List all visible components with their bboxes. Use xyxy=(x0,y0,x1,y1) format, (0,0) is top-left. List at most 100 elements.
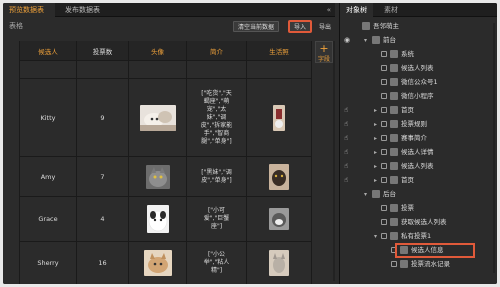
tree-node[interactable]: ▾ 私有投票1 xyxy=(340,230,497,243)
expand-arrow-icon[interactable]: ▾ xyxy=(364,188,367,201)
cell-photo[interactable] xyxy=(247,79,312,156)
tab-object-tree[interactable]: 对象树 xyxy=(340,3,373,17)
right-tabs: 对象树 素材 xyxy=(340,3,497,17)
node-checkbox[interactable] xyxy=(381,219,387,225)
col-header-photo[interactable]: 生活照 xyxy=(247,41,312,60)
node-checkbox[interactable] xyxy=(381,121,387,127)
tree-node[interactable]: ☝ ▸ 首页 xyxy=(340,174,497,187)
node-checkbox[interactable] xyxy=(381,65,387,71)
tree-node[interactable]: 微信公众号1 xyxy=(340,76,497,89)
collapsed-arrow-icon[interactable]: ▸ xyxy=(374,174,377,187)
tree-node[interactable]: 投票 xyxy=(340,202,497,215)
cell-avatar[interactable] xyxy=(129,197,187,241)
event-hand-icon[interactable]: ☝ xyxy=(344,160,348,173)
tree-node-label: 微信小程序 xyxy=(401,92,434,100)
tree-node[interactable]: ☝ ▸ 首页 xyxy=(340,104,497,117)
visibility-eye-icon[interactable]: ◉ xyxy=(344,34,350,47)
node-checkbox[interactable] xyxy=(381,177,387,183)
tree-node[interactable]: 投票流水记录 xyxy=(340,258,497,271)
col-header-candidate[interactable]: 候选人 xyxy=(20,41,77,60)
node-checkbox[interactable] xyxy=(381,51,387,57)
expand-arrow-icon[interactable]: ▾ xyxy=(374,230,377,243)
tab-assets[interactable]: 素材 xyxy=(378,3,404,17)
tree-node[interactable]: ☝ ▸ 候选人详情 xyxy=(340,146,497,159)
col-header-avatar[interactable]: 头像 xyxy=(129,41,187,60)
tree-node[interactable]: 候选人列表 xyxy=(340,62,497,75)
cell-photo[interactable] xyxy=(247,197,312,241)
table-row[interactable]: Kitty 9 ["吃货","天 蝎座","萌 宠","太 妹","调 皮","… xyxy=(20,79,312,157)
node-checkbox[interactable] xyxy=(381,135,387,141)
expand-arrow-icon[interactable]: ▾ xyxy=(364,34,367,47)
cell-photo[interactable] xyxy=(247,157,312,196)
collapsed-arrow-icon[interactable]: ▸ xyxy=(374,118,377,131)
cell-avatar[interactable] xyxy=(129,242,187,284)
table-scrollbar[interactable] xyxy=(333,41,335,281)
tree-node[interactable]: 微信小程序 xyxy=(340,90,497,103)
node-type-icon xyxy=(390,64,398,72)
export-button[interactable]: 导出 xyxy=(314,21,336,32)
table-row[interactable]: Sherry 16 ["小公 举","粘人 精"] xyxy=(20,242,312,284)
tree-node[interactable]: ◉ ▾ 前台 xyxy=(340,34,497,47)
cell-candidate[interactable]: Sherry xyxy=(20,242,77,284)
tree-scrollbar[interactable] xyxy=(493,23,495,273)
collapsed-arrow-icon[interactable]: ▸ xyxy=(374,160,377,173)
tree-node-label: 吾邻萌主 xyxy=(373,22,399,30)
avatar-image xyxy=(146,205,169,233)
tree-node-selected[interactable]: 候选人信息 xyxy=(340,244,497,257)
tree-node[interactable]: 获取候选人列表 xyxy=(340,216,497,229)
tab-publish-table[interactable]: 发布数据表 xyxy=(59,3,106,17)
cell-votes[interactable]: 9 xyxy=(77,79,129,156)
import-button[interactable]: 导入 xyxy=(289,21,312,32)
add-field-button[interactable]: + 字段 xyxy=(315,41,333,63)
collapsed-arrow-icon[interactable]: ▸ xyxy=(374,132,377,145)
tree-node-label: 微信公众号1 xyxy=(401,78,438,86)
tree-node[interactable]: ☝ ▸ 候选人列表 xyxy=(340,160,497,173)
collapsed-arrow-icon[interactable]: ▸ xyxy=(374,104,377,117)
table-row[interactable]: Grace 4 ["小可 爱","巨蟹 座"] xyxy=(20,197,312,242)
cell-votes[interactable]: 4 xyxy=(77,197,129,241)
cell-intro[interactable]: ["黑妹","调 皮","单身"] xyxy=(187,157,247,196)
node-type-icon xyxy=(372,190,380,198)
cell-intro[interactable]: ["小可 爱","巨蟹 座"] xyxy=(187,197,247,241)
cell-candidate[interactable]: Kitty xyxy=(20,79,77,156)
event-hand-icon[interactable]: ☝ xyxy=(344,104,348,117)
cell-votes[interactable]: 16 xyxy=(77,242,129,284)
node-checkbox[interactable] xyxy=(381,107,387,113)
col-header-intro[interactable]: 简介 xyxy=(187,41,247,60)
node-checkbox[interactable] xyxy=(381,93,387,99)
table-row[interactable] xyxy=(20,61,312,79)
tree-node-label: 获取候选人列表 xyxy=(401,218,447,226)
tree-node[interactable]: ☝ ▸ 投票规则 xyxy=(340,118,497,131)
cell-candidate[interactable]: Amy xyxy=(20,157,77,196)
node-checkbox[interactable] xyxy=(381,205,387,211)
node-checkbox[interactable] xyxy=(381,163,387,169)
cell-intro[interactable]: ["小公 举","粘人 精"] xyxy=(187,242,247,284)
cell-candidate[interactable]: Grace xyxy=(20,197,77,241)
cell-intro[interactable]: ["吃货","天 蝎座","萌 宠","太 妹","调 皮","拆家能 手","… xyxy=(187,79,247,156)
collapse-panel-icon[interactable]: « xyxy=(327,3,331,17)
node-checkbox[interactable] xyxy=(381,79,387,85)
tree-node[interactable]: ☝ ▸ 赛事简介 xyxy=(340,132,497,145)
clear-data-button[interactable]: 清空当前数据 xyxy=(233,21,280,32)
cell-avatar[interactable] xyxy=(129,157,187,196)
collapsed-arrow-icon[interactable]: ▸ xyxy=(374,146,377,159)
col-header-votes[interactable]: 投票数 xyxy=(77,41,129,60)
event-hand-icon[interactable]: ☝ xyxy=(344,174,348,187)
event-hand-icon[interactable]: ☝ xyxy=(344,132,348,145)
node-checkbox[interactable] xyxy=(381,233,387,239)
avatar-image xyxy=(139,104,176,131)
cell-votes[interactable]: 7 xyxy=(77,157,129,196)
event-hand-icon[interactable]: ☝ xyxy=(344,118,348,131)
node-checkbox[interactable] xyxy=(391,261,397,267)
tree-node[interactable]: 系统 xyxy=(340,48,497,61)
cell-avatar[interactable] xyxy=(129,79,187,156)
tab-preview-table[interactable]: 预览数据表 xyxy=(3,3,55,17)
node-checkbox[interactable] xyxy=(381,149,387,155)
table-header-row: 候选人 投票数 头像 简介 生活照 xyxy=(20,41,312,61)
event-hand-icon[interactable]: ☝ xyxy=(344,146,348,159)
tree-node[interactable]: 吾邻萌主 xyxy=(340,20,497,33)
node-type-icon xyxy=(390,204,398,212)
tree-node[interactable]: ▾ 后台 xyxy=(340,188,497,201)
cell-photo[interactable] xyxy=(247,242,312,284)
table-row[interactable]: Amy 7 ["黑妹","调 皮","单身"] xyxy=(20,157,312,197)
